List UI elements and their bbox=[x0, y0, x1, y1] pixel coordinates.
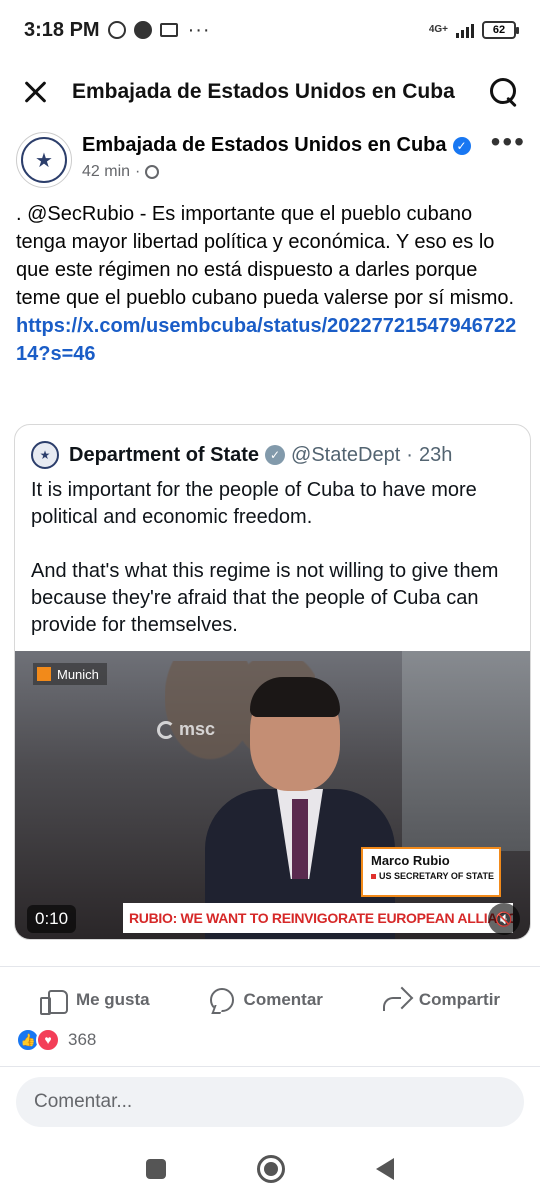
tweet-text: It is important for the people of Cuba t… bbox=[31, 479, 499, 636]
video-location: Munich bbox=[57, 666, 99, 682]
search-icon[interactable] bbox=[488, 76, 520, 108]
gmail-icon bbox=[159, 23, 178, 37]
news-headline-bar: RUBIO: WE WANT TO REINVIGORATE EUROPEAN … bbox=[123, 903, 513, 933]
like-icon bbox=[39, 988, 68, 1015]
video-speaker bbox=[205, 677, 395, 939]
network-type: 4G+ bbox=[428, 24, 448, 35]
state-dept-seal-icon: ★ bbox=[31, 441, 59, 469]
share-label: Compartir bbox=[418, 989, 501, 1009]
post-author[interactable]: Embajada de Estados Unidos en Cuba bbox=[82, 134, 447, 157]
embedded-tweet-card[interactable]: ★ Department of State ✓ @StateDept · 23h… bbox=[14, 424, 531, 940]
speaker-lower-third: Marco Rubio US SECRETARY OF STATE bbox=[361, 847, 501, 897]
battery-level: 62 bbox=[492, 24, 506, 36]
conference-logo-text: msc bbox=[179, 719, 216, 739]
comment-label: Comentar bbox=[243, 989, 323, 1009]
like-button[interactable]: Me gusta bbox=[39, 978, 150, 1015]
tweet-header: ★ Department of State ✓ @StateDept · 23h bbox=[31, 441, 452, 469]
comment-input[interactable] bbox=[16, 1077, 524, 1127]
app-header: Embajada de Estados Unidos en Cuba bbox=[0, 60, 540, 124]
comment-bar bbox=[0, 1066, 540, 1146]
post-time-line: 42 min · bbox=[82, 163, 471, 181]
post-author-line: Embajada de Estados Unidos en Cuba ✓ bbox=[82, 134, 471, 157]
more-options-icon[interactable]: ••• bbox=[491, 128, 526, 156]
status-bar: 3:18 PM ··· 4G+ 62 bbox=[0, 0, 540, 60]
speaker-name: Marco Rubio bbox=[371, 853, 450, 868]
verified-badge-icon: ✓ bbox=[265, 445, 286, 465]
more-notifications-icon: ··· bbox=[187, 18, 211, 41]
video-player[interactable]: Munich msc Marco Rubio US SECRETARY OF S… bbox=[15, 651, 530, 939]
reaction-count: 368 bbox=[68, 1030, 97, 1049]
share-button[interactable]: Compartir bbox=[382, 979, 501, 1011]
page-title: Embajada de Estados Unidos en Cuba bbox=[72, 80, 455, 103]
post-text: . @SecRubio - Es importante que el puebl… bbox=[16, 203, 515, 309]
signal-icon bbox=[456, 22, 474, 38]
post-body: . @SecRubio - Es importante que el puebl… bbox=[16, 200, 526, 368]
mute-icon[interactable]: 🔇 bbox=[488, 903, 520, 935]
reaction-summary[interactable]: 👍 ♥ 368 bbox=[16, 1028, 96, 1052]
post-meta: Embajada de Estados Unidos en Cuba ✓ 42 … bbox=[82, 132, 471, 181]
video-duration: 0:10 bbox=[27, 905, 77, 933]
tweet-handle: @StateDept bbox=[291, 443, 401, 466]
love-reaction-icon: ♥ bbox=[36, 1028, 60, 1052]
location-marker-icon bbox=[37, 667, 51, 681]
speaker-tie bbox=[292, 799, 308, 879]
speaker-hair bbox=[250, 677, 340, 717]
video-background-window bbox=[402, 651, 530, 851]
video-location-tag: Munich bbox=[33, 663, 107, 685]
comment-button[interactable]: Comentar bbox=[209, 978, 323, 1012]
recent-apps-icon[interactable] bbox=[145, 1159, 166, 1179]
close-icon[interactable] bbox=[20, 77, 50, 107]
share-icon bbox=[382, 989, 409, 1011]
embassy-seal-icon: ★ bbox=[21, 137, 67, 183]
conference-logo: msc bbox=[157, 719, 215, 740]
home-icon[interactable] bbox=[256, 1155, 285, 1183]
comment-icon bbox=[209, 987, 234, 1012]
post-header: ★ Embajada de Estados Unidos en Cuba ✓ 4… bbox=[16, 128, 526, 192]
verified-badge-icon: ✓ bbox=[452, 136, 471, 155]
speaker-title: US SECRETARY OF STATE bbox=[371, 871, 494, 881]
whatsapp-icon bbox=[107, 21, 126, 39]
page-avatar[interactable]: ★ bbox=[16, 132, 72, 188]
msc-logo-icon bbox=[157, 720, 175, 739]
facebook-icon bbox=[133, 21, 152, 39]
tweet-time: 23h bbox=[418, 443, 453, 466]
separator-dot: · bbox=[406, 443, 413, 466]
tweet-author: Department of State bbox=[69, 443, 260, 466]
news-headline: RUBIO: WE WANT TO REINVIGORATE EUROPEAN … bbox=[129, 910, 513, 926]
status-right: 4G+ 62 bbox=[428, 21, 519, 39]
post-time[interactable]: 42 min bbox=[82, 163, 130, 181]
post-link[interactable]: https://x.com/usembcuba/status/202277215… bbox=[16, 312, 526, 368]
status-app-icons bbox=[107, 21, 178, 39]
separator-dot: · bbox=[135, 163, 141, 180]
system-nav-bar bbox=[0, 1138, 540, 1200]
status-time: 3:18 PM bbox=[24, 18, 100, 41]
globe-icon bbox=[145, 165, 160, 179]
battery-icon: 62 bbox=[482, 21, 519, 39]
like-label: Me gusta bbox=[75, 989, 150, 1009]
post-actions: Me gusta Comentar Compartir bbox=[0, 966, 540, 1022]
back-icon[interactable] bbox=[376, 1158, 395, 1180]
